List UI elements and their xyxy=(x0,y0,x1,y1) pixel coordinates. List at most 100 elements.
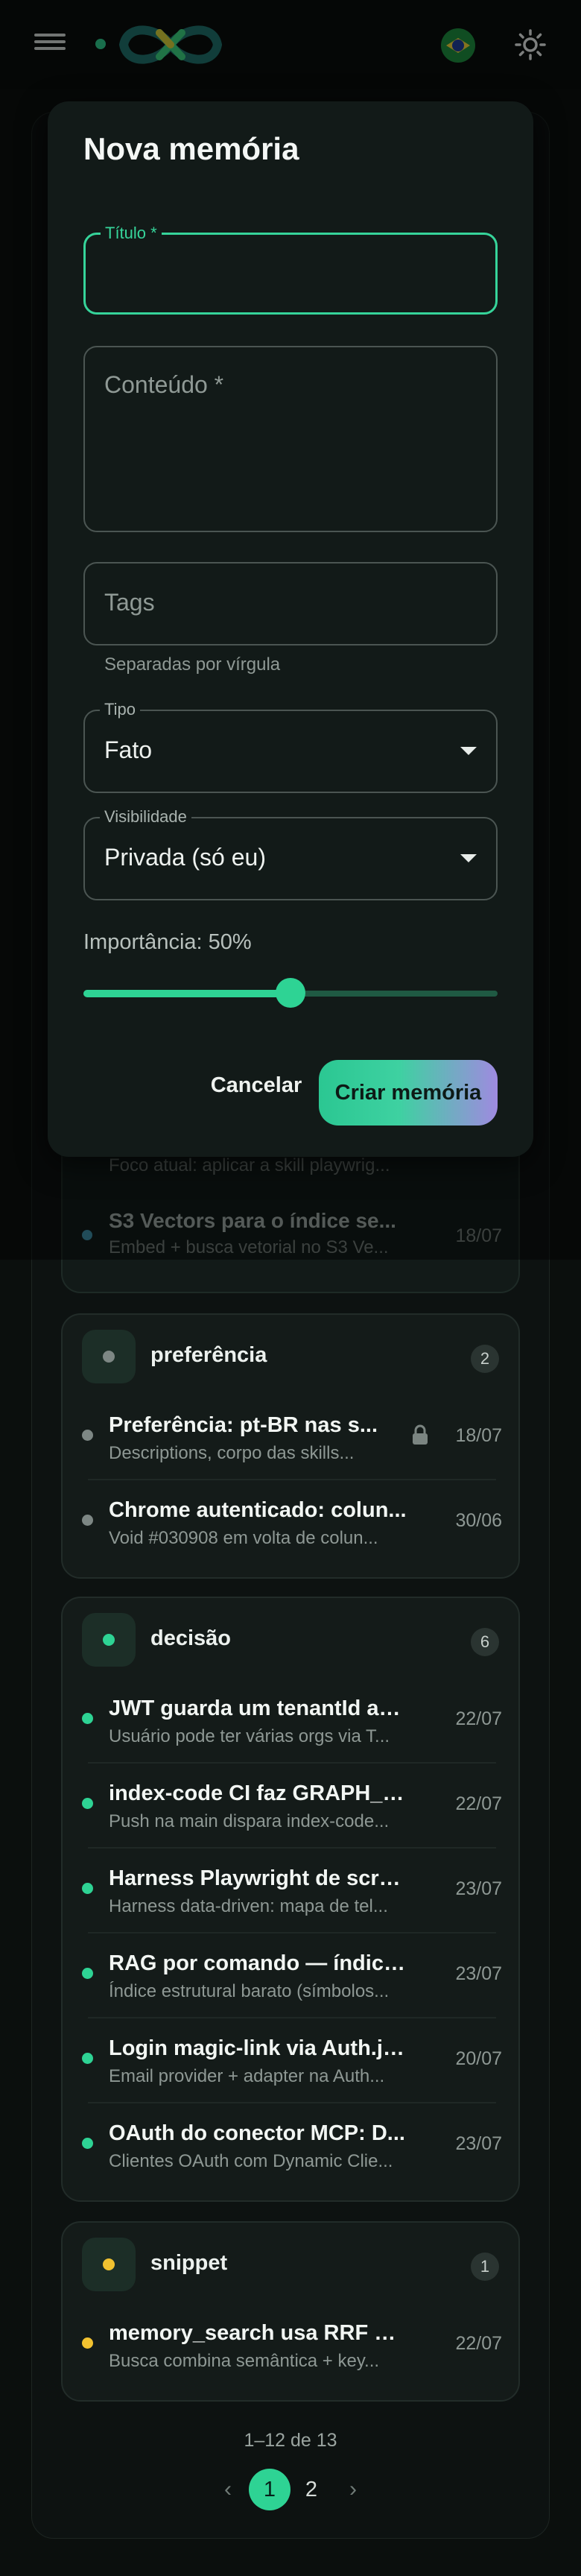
chevron-down-icon xyxy=(460,854,477,862)
prev-page-button[interactable]: ‹ xyxy=(207,2469,249,2510)
chevron-down-icon xyxy=(460,747,477,755)
divider xyxy=(88,1932,496,1933)
slider-fill xyxy=(83,990,290,997)
memory-title: Preferência: pt-BR nas s... xyxy=(109,1413,378,1437)
status-dot xyxy=(95,39,106,49)
type-value: Fato xyxy=(104,736,153,763)
visibility-select[interactable]: Visibilidade Privada (só eu) xyxy=(83,807,498,900)
hamburger-menu-icon[interactable] xyxy=(34,30,66,58)
memory-title: Login magic-link via Auth.js... xyxy=(109,2036,407,2060)
title-label: Título * xyxy=(101,224,162,243)
category-group-preferencia: preferência 2 Preferência: pt-BR nas s..… xyxy=(61,1313,520,1579)
list-item[interactable]: Chrome autenticado: colun... Void #03090… xyxy=(73,1482,511,1561)
category-dot xyxy=(82,1515,93,1526)
category-icon xyxy=(82,2238,136,2291)
memory-title: index-code CI faz GRAPH_S... xyxy=(109,1781,407,1805)
memory-description: Email provider + adapter na Auth... xyxy=(109,2066,385,2086)
category-dot xyxy=(82,2053,93,2064)
memory-title: Harness Playwright de scre... xyxy=(109,1866,407,1890)
memory-date: 22/07 xyxy=(455,1708,502,1729)
page-button-1[interactable]: 1 xyxy=(249,2469,290,2510)
importance-label: Importância: 50% xyxy=(83,930,252,954)
list-item[interactable]: RAG por comando — índice ... Índice estr… xyxy=(73,1935,511,2014)
tags-input[interactable]: Tags xyxy=(83,562,498,645)
category-dot xyxy=(82,1430,93,1441)
infinity-x-logo[interactable] xyxy=(113,15,228,75)
category-dot xyxy=(103,1351,115,1363)
category-name: snippet xyxy=(150,2251,228,2275)
memory-description: Usuário pode ter várias orgs via T... xyxy=(109,1726,390,1746)
dialog-title: Nova memória xyxy=(83,131,299,166)
count-badge: 1 xyxy=(471,2253,499,2281)
memory-date: 20/07 xyxy=(455,2048,502,2069)
list-item[interactable]: memory_search usa RRF hí... Busca combin… xyxy=(73,2305,511,2384)
new-memory-dialog: Nova memória Título * Conteúdo * Tags Se… xyxy=(48,101,533,1157)
type-label: Tipo xyxy=(100,700,140,719)
category-dot xyxy=(82,2337,93,2349)
list-item[interactable]: JWT guarda um tenantId ati... Usuário po… xyxy=(73,1680,511,1759)
visibility-label: Visibilidade xyxy=(100,807,191,827)
memory-date: 23/07 xyxy=(455,1963,502,1984)
pagination-range: 1–12 de 13 xyxy=(244,2430,337,2451)
category-icon xyxy=(82,1613,136,1667)
importance-slider[interactable] xyxy=(83,978,498,1008)
list-item[interactable]: index-code CI faz GRAPH_S... Push na mai… xyxy=(73,1765,511,1844)
divider xyxy=(88,2102,496,2103)
create-memory-button[interactable]: Criar memória xyxy=(319,1060,498,1126)
category-group-decisao: decisão 6 JWT guarda um tenantId ati... … xyxy=(61,1597,520,2202)
memory-description: Índice estrutural barato (símbolos... xyxy=(109,1981,390,2001)
memory-description: Embed + busca vetorial no S3 Ve... xyxy=(109,1237,389,1257)
group-header: snippet 1 xyxy=(63,2223,518,2305)
memory-description: Push na main dispara index-code... xyxy=(109,1811,390,1831)
slider-thumb[interactable] xyxy=(276,978,305,1008)
visibility-value: Privada (só eu) xyxy=(104,844,266,871)
list-item[interactable]: Harness Playwright de scre... Harness da… xyxy=(73,1850,511,1929)
memory-date: 22/07 xyxy=(455,2333,502,2354)
pagination: ‹ 1 2 › xyxy=(0,2469,581,2510)
memory-description: Harness data-driven: mapa de tel... xyxy=(109,1896,388,1916)
list-item[interactable]: Login magic-link via Auth.js... Email pr… xyxy=(73,2020,511,2099)
memory-date: 18/07 xyxy=(455,1225,502,1246)
sun-icon[interactable] xyxy=(512,27,548,63)
page-button-2[interactable]: 2 xyxy=(290,2469,332,2510)
divider xyxy=(88,1762,496,1764)
cancel-button[interactable]: Cancelar xyxy=(198,1063,314,1108)
category-group-snippet: snippet 1 memory_search usa RRF hí... Bu… xyxy=(61,2221,520,2402)
tags-placeholder: Tags xyxy=(104,589,155,616)
memory-title: OAuth do conector MCP: D... xyxy=(109,2121,405,2145)
memory-description: Busca combina semântica + key... xyxy=(109,2351,380,2371)
memory-date: 30/06 xyxy=(455,1510,502,1531)
brazil-flag-icon[interactable] xyxy=(441,28,475,63)
type-select[interactable]: Tipo Fato xyxy=(83,700,498,793)
count-badge: 6 xyxy=(471,1628,499,1656)
memory-description: Clientes OAuth com Dynamic Clie... xyxy=(109,2151,393,2171)
divider xyxy=(88,1847,496,1849)
content-placeholder: Conteúdo * xyxy=(104,371,224,398)
memory-title: memory_search usa RRF hí... xyxy=(109,2321,407,2345)
memory-description: Foco atual: aplicar a skill playwrig... xyxy=(109,1155,390,1175)
category-name: preferência xyxy=(150,1343,267,1367)
top-bar xyxy=(0,0,581,89)
list-item[interactable]: S3 Vectors para o índice se... Embed + b… xyxy=(63,1194,521,1261)
memory-date: 23/07 xyxy=(455,1878,502,1899)
memory-date: 18/07 xyxy=(455,1425,502,1446)
memory-date: 22/07 xyxy=(455,1793,502,1814)
lock-icon xyxy=(413,1424,428,1445)
tags-helper: Separadas por vírgula xyxy=(104,654,281,675)
count-badge: 2 xyxy=(471,1345,499,1373)
divider xyxy=(88,2017,496,2018)
content-textarea[interactable]: Conteúdo * xyxy=(83,346,498,532)
memory-title: S3 Vectors para o índice se... xyxy=(109,1209,396,1232)
category-dot xyxy=(103,2258,115,2270)
memory-date: 23/07 xyxy=(455,2133,502,2154)
group-header: decisão 6 xyxy=(63,1598,518,1680)
list-item[interactable]: OAuth do conector MCP: D... Clientes OAu… xyxy=(73,2105,511,2184)
list-item[interactable]: Preferência: pt-BR nas s... Descriptions… xyxy=(73,1397,511,1476)
category-dot xyxy=(103,1634,115,1646)
next-page-button[interactable]: › xyxy=(332,2469,374,2510)
category-dot xyxy=(82,1713,93,1724)
category-dot xyxy=(82,1968,93,1979)
title-input[interactable]: Título * xyxy=(83,224,498,315)
group-header: preferência 2 xyxy=(63,1315,518,1397)
category-name: decisão xyxy=(150,1626,231,1650)
